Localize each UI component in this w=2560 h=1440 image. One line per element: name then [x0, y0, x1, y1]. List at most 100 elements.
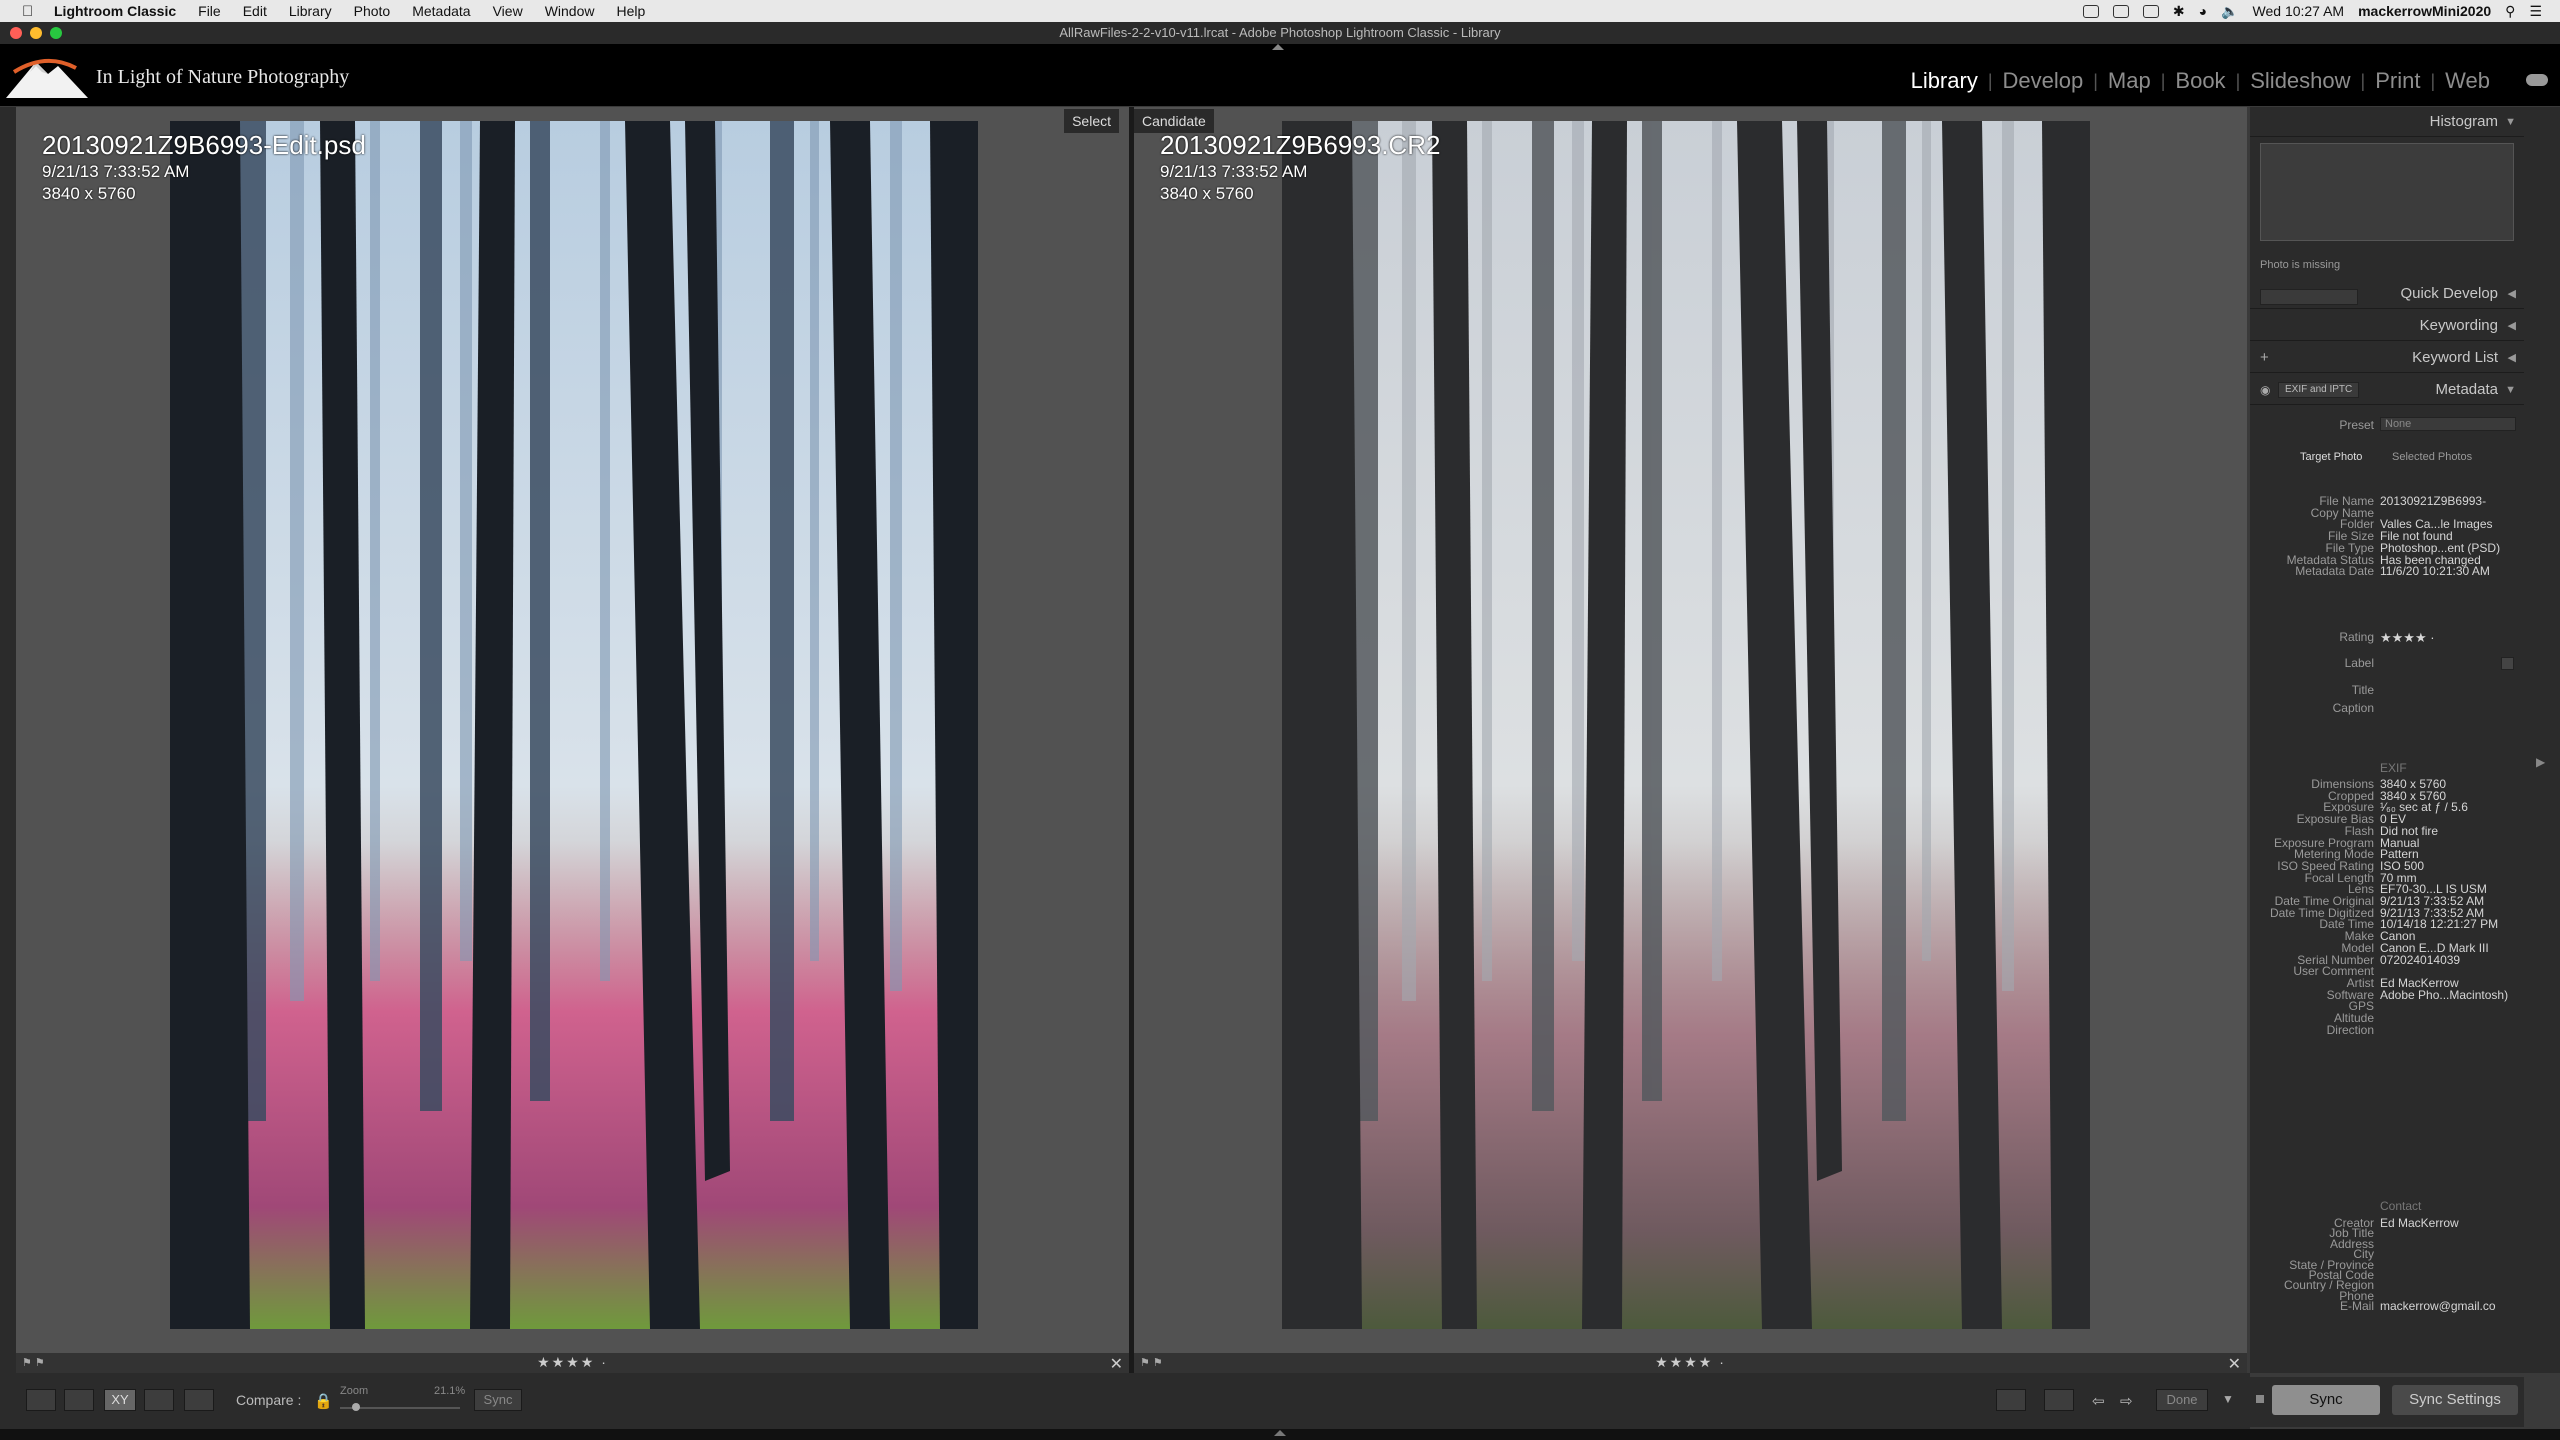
module-map[interactable]: Map	[2108, 68, 2151, 94]
select-photo[interactable]	[170, 121, 978, 1329]
display-icon[interactable]	[2112, 4, 2129, 18]
menu-file[interactable]: File	[198, 3, 221, 19]
select-pane[interactable]: Select 20130921Z9B6993-Edit.psd 9/21/13 …	[16, 107, 1129, 1373]
close-candidate-icon[interactable]: ✕	[2228, 1354, 2241, 1374]
battery-icon[interactable]	[2142, 4, 2159, 18]
preset-dropdown[interactable]: None	[2380, 417, 2516, 431]
quick-develop-header[interactable]: Quick Develop ◀	[2250, 279, 2524, 309]
volume-icon[interactable]: 🔈	[2221, 3, 2238, 20]
candidate-rating[interactable]: ★★★★ ·	[1655, 1354, 1726, 1371]
toolbar-menu-icon[interactable]: ▼	[2222, 1392, 2234, 1406]
select-footer: ⚑ ⚑ ★★★★ · ✕	[16, 1353, 1129, 1373]
wifi-icon[interactable]: ◕	[2199, 3, 2207, 19]
menu-library[interactable]: Library	[289, 3, 332, 19]
menu-metadata[interactable]: Metadata	[412, 3, 470, 19]
candidate-filename: 20130921Z9B6993.CR2	[1160, 130, 1441, 160]
candidate-pane[interactable]: Candidate 20130921Z9B6993.CR2 9/21/13 7:…	[1134, 107, 2247, 1373]
histogram-header[interactable]: Histogram ▼	[2250, 107, 2524, 137]
metadata-row: Metadata Date 11/6/20 10:21:30 AM	[2250, 561, 2524, 580]
menu-app[interactable]: Lightroom Classic	[54, 3, 176, 19]
menu-help[interactable]: Help	[616, 3, 645, 19]
keywording-header[interactable]: Keywording ◀	[2250, 311, 2524, 341]
label-row: Label	[2250, 653, 2524, 672]
flag-icon[interactable]: ⚑ ⚑	[22, 1356, 45, 1369]
zoom-value: 21.1%	[434, 1385, 466, 1397]
select-datetime: 9/21/13 7:33:52 AM	[42, 162, 190, 181]
label-dropdown[interactable]	[2501, 657, 2514, 670]
select-filename: 20130921Z9B6993-Edit.psd	[42, 130, 366, 160]
right-panel-edge[interactable]: ▶	[2524, 107, 2560, 1373]
close-window-icon[interactable]	[10, 27, 22, 39]
minimize-window-icon[interactable]	[30, 27, 42, 39]
rating-stars[interactable]: ★★★★ ·	[2380, 630, 2435, 646]
close-select-icon[interactable]: ✕	[1110, 1354, 1123, 1374]
menu-edit[interactable]: Edit	[243, 3, 267, 19]
zoom-window-icon[interactable]	[50, 27, 62, 39]
module-slideshow[interactable]: Slideshow	[2250, 68, 2350, 94]
collapse-top-panel-icon[interactable]	[1272, 44, 1284, 50]
people-view-icon[interactable]	[184, 1389, 214, 1411]
menu-view[interactable]: View	[493, 3, 523, 19]
search-icon[interactable]: ⚲	[2505, 3, 2515, 20]
window-title-bar: AllRawFiles-2-2-v10-v11.lrcat - Adobe Ph…	[0, 22, 2560, 44]
candidate-dimensions: 3840 x 5760	[1160, 184, 1254, 203]
metadata-value[interactable]: 11/6/20 10:21:30 AM	[2380, 564, 2490, 578]
select-rating[interactable]: ★★★★ ·	[537, 1354, 608, 1371]
swap-icon[interactable]	[1996, 1389, 2026, 1411]
apple-icon[interactable]: 	[22, 3, 40, 20]
flag-icon[interactable]: ⚑ ⚑	[1140, 1356, 1163, 1369]
compare-view-icon[interactable]: XY	[104, 1389, 136, 1411]
select-info-overlay: 20130921Z9B6993-Edit.psd 9/21/13 7:33:52…	[42, 129, 366, 205]
menubar-clock[interactable]: Wed 10:27 AM	[2253, 3, 2345, 19]
bottom-panel-edge[interactable]	[0, 1429, 2560, 1440]
zoom-label: Zoom	[340, 1385, 369, 1397]
module-web[interactable]: Web	[2445, 68, 2490, 94]
metadata-header[interactable]: ◉ EXIF and IPTC Metadata ▼	[2250, 375, 2524, 405]
sync-metadata-button[interactable]: Sync	[2272, 1385, 2380, 1415]
zoom-slider[interactable]	[340, 1403, 460, 1411]
screen-icon[interactable]	[2082, 4, 2099, 18]
sync-area: Sync Sync Settings	[2250, 1377, 2524, 1427]
make-select-icon[interactable]	[2044, 1389, 2074, 1411]
candidate-photo[interactable]	[1282, 121, 2090, 1329]
add-keyword-icon[interactable]: +	[2260, 343, 2269, 373]
window-title: AllRawFiles-2-2-v10-v11.lrcat - Adobe Ph…	[1059, 25, 1501, 40]
zoom-slider-thumb[interactable]	[352, 1403, 360, 1411]
menu-photo[interactable]: Photo	[354, 3, 391, 19]
metadata-row: E-Mail mackerrow@gmail.co	[2250, 1296, 2524, 1315]
candidate-info-overlay: 20130921Z9B6993.CR2 9/21/13 7:33:52 AM 3…	[1160, 129, 1440, 205]
metadata-key: E-Mail	[2339, 1299, 2374, 1314]
metadata-key: Direction	[2326, 1022, 2374, 1037]
bluetooth-icon[interactable]: ✱	[2173, 3, 2185, 20]
loupe-view-icon[interactable]	[64, 1389, 94, 1411]
survey-view-icon[interactable]	[144, 1389, 174, 1411]
grid-view-icon[interactable]	[26, 1389, 56, 1411]
cloud-icon[interactable]	[2526, 74, 2548, 86]
zoom-sync-button[interactable]: Sync	[474, 1389, 522, 1411]
histogram-display	[2260, 143, 2514, 241]
metadata-value[interactable]: mackerrow@gmail.co	[2380, 1299, 2496, 1313]
left-panel-edge[interactable]	[0, 107, 16, 1373]
target-photo-button[interactable]: Target Photo	[2300, 451, 2362, 463]
eye-icon[interactable]: ◉	[2260, 375, 2270, 405]
metadata-set-dropdown[interactable]: EXIF and IPTC	[2278, 382, 2360, 398]
module-library[interactable]: Library	[1911, 68, 1978, 94]
candidate-footer: ⚑ ⚑ ★★★★ · ✕	[1134, 1353, 2247, 1373]
menubar-user[interactable]: mackerrowMini2020	[2358, 3, 2491, 19]
menu-window[interactable]: Window	[545, 3, 595, 19]
menu-list-icon[interactable]: ☰	[2529, 3, 2542, 20]
module-book[interactable]: Book	[2175, 68, 2225, 94]
candidate-datetime: 9/21/13 7:33:52 AM	[1160, 162, 1308, 181]
module-print[interactable]: Print	[2375, 68, 2420, 94]
keyword-list-header[interactable]: + Keyword List ◀	[2250, 343, 2524, 373]
caption-row: Caption	[2332, 701, 2374, 715]
sync-settings-button[interactable]: Sync Settings	[2392, 1385, 2518, 1415]
select-dimensions: 3840 x 5760	[42, 184, 136, 203]
done-button[interactable]: Done	[2156, 1389, 2208, 1411]
lock-icon[interactable]: 🔒	[314, 1392, 333, 1410]
sync-switch-icon[interactable]	[2256, 1395, 2264, 1403]
module-develop[interactable]: Develop	[2003, 68, 2084, 94]
previous-photo-icon[interactable]: ⇦	[2092, 1392, 2105, 1410]
selected-photos-button[interactable]: Selected Photos	[2392, 451, 2472, 463]
next-photo-icon[interactable]: ⇨	[2120, 1392, 2133, 1410]
